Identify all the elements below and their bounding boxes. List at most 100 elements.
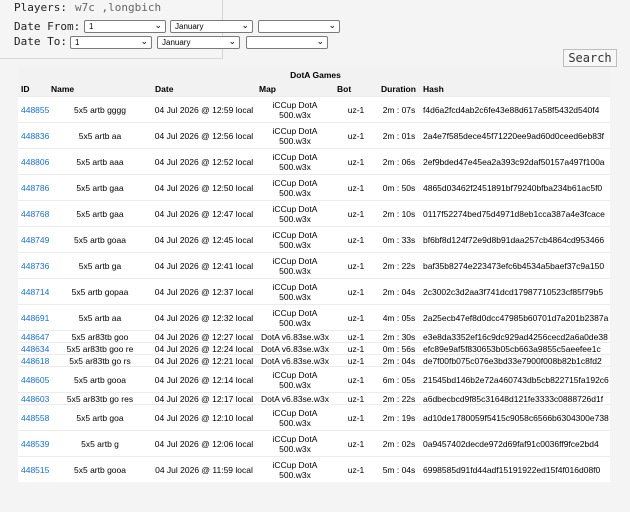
game-id-link[interactable]: 448634	[18, 342, 49, 355]
game-map-line2: 500.w3x	[279, 443, 311, 454]
game-map-line2: 500.w3x	[279, 109, 311, 120]
game-id-link[interactable]: 448603	[18, 392, 49, 405]
date-to-day-select[interactable]: 1 ⌄	[70, 36, 152, 49]
game-map-line1: iCCup DotA	[272, 459, 318, 470]
game-hash: 2a4e7f585dece45f71220ee9ad60d0ceed6eb83f	[420, 122, 610, 149]
game-map-line2: 500.w3x	[279, 317, 311, 328]
date-from-year-select[interactable]: ⌄	[258, 20, 340, 33]
game-bot: uz-1	[334, 330, 378, 343]
date-to-label: Date To:	[14, 35, 67, 48]
game-name: 5x5 artb gggg	[48, 96, 152, 123]
column-header-duration: Duration	[378, 82, 420, 97]
chevron-down-icon: ⌄	[241, 20, 249, 30]
game-id-link[interactable]: 448768	[18, 200, 49, 227]
date-from-month-select[interactable]: January ⌄	[170, 20, 253, 33]
date-from-month-value: January	[175, 22, 204, 31]
game-map: iCCup DotA 500.w3x	[256, 174, 334, 201]
game-map-line1: DotA v6.83se.w3x	[260, 331, 330, 342]
column-header-bot: Bot	[334, 82, 378, 97]
table-header-row: ID Name Date Map Bot Duration Hash	[18, 82, 610, 97]
table-row: 448836 5x5 artb aa 04 Jul 2026 @ 12:56 loc…	[18, 122, 610, 149]
game-hash: e3e8da3352ef16c9dc929ad4256cecd2a6a0de38	[420, 330, 610, 343]
game-duration: 2m : 02s	[378, 430, 420, 457]
game-hash: 6998585d91fd44adf15191922ed15f4f016d08f0	[420, 456, 610, 482]
table-row: 448855 5x5 artb gggg 04 Jul 2026 @ 12:59 l…	[18, 96, 610, 123]
game-map-line1: iCCup DotA	[272, 369, 318, 380]
game-id-link[interactable]: 448558	[18, 404, 49, 431]
game-id-link[interactable]: 448515	[18, 456, 49, 482]
table-row: 448605 5x5 artb gooa 04 Jul 2026 @ 12:14 l…	[18, 366, 610, 393]
game-map-line1: iCCup DotA	[272, 255, 318, 266]
game-date: 04 Jul 2026 @ 12:45 local	[152, 226, 256, 253]
chevron-down-icon: ⌄	[228, 36, 236, 46]
players-value: w7c ,longbich	[74, 1, 162, 14]
games-table: DotA Games ID Name Date Map Bot Duration Hash …	[18, 68, 610, 482]
game-hash: 21545bd146b2e72a460743db5cb822715fa192c6	[420, 366, 610, 393]
game-map-line2: 500.w3x	[279, 239, 311, 250]
game-bot: uz-1	[334, 366, 378, 393]
game-hash: f4d6a2fcd4ab2c6fe43e88d617a58f5432d540f4	[420, 96, 610, 123]
game-duration: 2m : 04s	[378, 278, 420, 305]
game-id-link[interactable]: 448855	[18, 96, 49, 123]
game-map: iCCup DotA 500.w3x	[256, 304, 334, 331]
game-date: 04 Jul 2026 @ 12:59 local	[152, 96, 256, 123]
game-hash: ad10de1780059f5415c9058c6566b6304300e738	[420, 404, 610, 431]
game-id-link[interactable]: 448539	[18, 430, 49, 457]
game-name: 5x5 artb goaa	[48, 226, 152, 253]
game-map-line1: iCCup DotA	[272, 307, 318, 318]
game-id-link[interactable]: 448691	[18, 304, 49, 331]
game-map: iCCup DotA 500.w3x	[256, 226, 334, 253]
game-map-line2: 500.w3x	[279, 135, 311, 146]
game-duration: 5m : 04s	[378, 456, 420, 482]
game-id-link[interactable]: 448605	[18, 366, 49, 393]
table-row: 448749 5x5 artb goaa 04 Jul 2026 @ 12:45 l…	[18, 226, 610, 253]
game-id-link[interactable]: 448618	[18, 354, 49, 367]
game-map: iCCup DotA 500.w3x	[256, 148, 334, 175]
game-bot: uz-1	[334, 456, 378, 482]
game-id-link[interactable]: 448749	[18, 226, 49, 253]
game-map-line2: 500.w3x	[279, 161, 311, 172]
game-map-line2: 500.w3x	[279, 187, 311, 198]
game-map: iCCup DotA 500.w3x	[256, 252, 334, 279]
game-name: 5x5 artb gaa	[48, 200, 152, 227]
game-map: iCCup DotA 500.w3x	[256, 122, 334, 149]
game-id-link[interactable]: 448714	[18, 278, 49, 305]
game-id-link[interactable]: 448806	[18, 148, 49, 175]
game-map: iCCup DotA 500.w3x	[256, 456, 334, 482]
table-row: 448618 5x5 ar83tb go rs 04 Jul 2026 @ 12:2…	[18, 354, 610, 367]
search-button[interactable]: Search	[563, 49, 617, 67]
date-to-year-select[interactable]: ⌄	[246, 36, 328, 49]
game-map: iCCup DotA 500.w3x	[256, 96, 334, 123]
game-id-link[interactable]: 448736	[18, 252, 49, 279]
table-row: 448539 5x5 artb g 04 Jul 2026 @ 12:06 loca…	[18, 430, 610, 457]
table-row: 448768 5x5 artb gaa 04 Jul 2026 @ 12:47 lo…	[18, 200, 610, 227]
game-id-link[interactable]: 448647	[18, 330, 49, 343]
game-duration: 2m : 22s	[378, 252, 420, 279]
game-duration: 2m : 01s	[378, 122, 420, 149]
table-row: 448691 5x5 artb aa 04 Jul 2026 @ 12:32 loc…	[18, 304, 610, 331]
game-duration: 2m : 04s	[378, 354, 420, 367]
game-name: 5x5 ar83tb goo re	[48, 342, 152, 355]
game-date: 04 Jul 2026 @ 12:56 local	[152, 122, 256, 149]
game-map-line1: iCCup DotA	[272, 407, 318, 418]
game-bot: uz-1	[334, 430, 378, 457]
game-id-link[interactable]: 448786	[18, 174, 49, 201]
game-name: 5x5 artb gooa	[48, 456, 152, 482]
chevron-down-icon: ⌄	[154, 20, 162, 30]
game-name: 5x5 ar83tb go res	[48, 392, 152, 405]
game-id-link[interactable]: 448836	[18, 122, 49, 149]
game-date: 04 Jul 2026 @ 12:41 local	[152, 252, 256, 279]
game-name: 5x5 artb gaa	[48, 174, 152, 201]
game-bot: uz-1	[334, 278, 378, 305]
filter-panel: Players: w7c ,longbich Date From: 1 ⌄ Janu…	[0, 0, 340, 59]
chevron-down-icon: ⌄	[328, 20, 336, 30]
game-map: DotA v6.83se.w3x	[256, 330, 334, 343]
column-header-hash: Hash	[420, 82, 610, 97]
game-map: DotA v6.83se.w3x	[256, 392, 334, 405]
date-from-label: Date From:	[14, 20, 81, 33]
date-from-day-select[interactable]: 1 ⌄	[84, 20, 166, 33]
table-row: 448603 5x5 ar83tb go res 04 Jul 2026 @ 12:…	[18, 392, 610, 405]
game-date: 04 Jul 2026 @ 12:06 local	[152, 430, 256, 457]
players-label: Players:	[14, 1, 67, 14]
date-to-month-select[interactable]: January ⌄	[157, 36, 240, 49]
